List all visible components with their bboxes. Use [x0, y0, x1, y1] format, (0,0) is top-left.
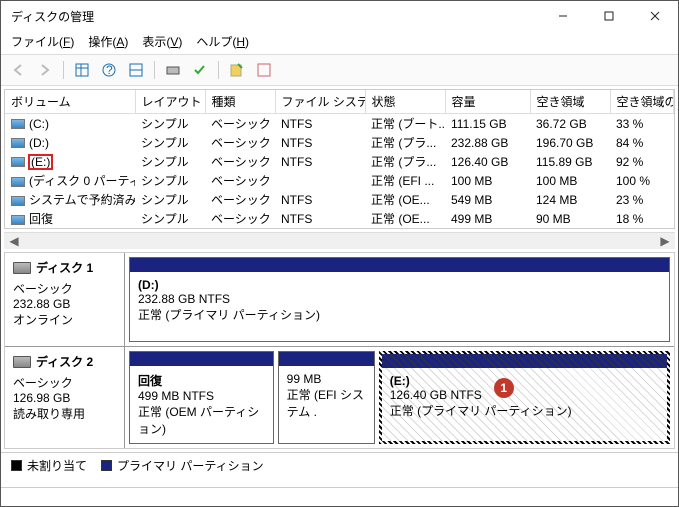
partition-header — [130, 352, 273, 366]
column-header[interactable]: 容量 — [445, 90, 530, 114]
partition[interactable]: 1(E:)126.40 GB NTFS正常 (プライマリ パーティション) — [379, 351, 670, 444]
scrollbar-horizontal[interactable]: ◀ ▶ — [4, 232, 675, 249]
svg-text:?: ? — [106, 63, 113, 77]
legend-primary: プライマリ パーティション — [101, 457, 264, 474]
table-row[interactable]: (E:)シンプルベーシックNTFS正常 (プラ...126.40 GB115.8… — [5, 152, 674, 171]
column-header[interactable]: ファイル システム — [275, 90, 365, 114]
table-row[interactable]: 回復シンプルベーシックNTFS正常 (OE...499 MB90 MB18 % — [5, 209, 674, 228]
partition[interactable]: (D:)232.88 GB NTFS正常 (プライマリ パーティション) — [129, 257, 670, 342]
partition[interactable]: 99 MB正常 (EFI システム . — [278, 351, 375, 444]
volume-icon — [11, 177, 25, 187]
help-icon[interactable]: ? — [98, 59, 120, 81]
disk-icon[interactable] — [162, 59, 184, 81]
close-button[interactable] — [632, 1, 678, 31]
rescan-icon[interactable] — [226, 59, 248, 81]
drive-icon — [13, 262, 31, 274]
window-title: ディスクの管理 — [11, 8, 540, 25]
props-icon[interactable] — [253, 59, 275, 81]
menu-help[interactable]: ヘルプ(H) — [196, 33, 249, 50]
legend: 未割り当て プライマリ パーティション — [1, 452, 678, 478]
disk-info: ディスク 1ベーシック232.88 GBオンライン — [5, 253, 125, 346]
menubar: ファイル(F) 操作(A) 表示(V) ヘルプ(H) — [1, 31, 678, 54]
table-row[interactable]: (ディスク 0 パーティシ...シンプルベーシック正常 (EFI ...100 … — [5, 171, 674, 190]
check-icon[interactable] — [189, 59, 211, 81]
volume-icon — [11, 119, 25, 129]
partition-header — [382, 354, 667, 368]
volume-icon — [11, 196, 25, 206]
titlebar: ディスクの管理 — [1, 1, 678, 31]
table-row[interactable]: (D:)シンプルベーシックNTFS正常 (プラ...232.88 GB196.7… — [5, 133, 674, 152]
refresh-icon[interactable] — [125, 59, 147, 81]
column-header[interactable]: 空き領域の割... — [610, 90, 674, 114]
scroll-right-icon[interactable]: ▶ — [657, 234, 673, 248]
volume-table: ボリュームレイアウト種類ファイル システム状態容量空き領域空き領域の割... (… — [4, 89, 675, 229]
minimize-button[interactable] — [540, 1, 586, 31]
maximize-button[interactable] — [586, 1, 632, 31]
legend-unallocated: 未割り当て — [11, 457, 87, 474]
menu-view[interactable]: 表示(V) — [142, 33, 182, 50]
volume-icon — [11, 138, 25, 148]
partition[interactable]: 回復499 MB NTFS正常 (OEM パーティション) — [129, 351, 274, 444]
table-row[interactable]: システムで予約済みシンプルベーシックNTFS正常 (OE...549 MB124… — [5, 190, 674, 209]
table-row[interactable]: (C:)シンプルベーシックNTFS正常 (ブート...111.15 GB36.7… — [5, 114, 674, 134]
drive-icon — [13, 356, 31, 368]
column-header[interactable]: ボリューム — [5, 90, 135, 114]
volume-icon — [11, 215, 25, 225]
forward-button[interactable] — [34, 59, 56, 81]
column-header[interactable]: 空き領域 — [530, 90, 610, 114]
menu-file[interactable]: ファイル(F) — [11, 33, 74, 50]
disk-info: ディスク 2ベーシック126.98 GB読み取り専用 — [5, 347, 125, 448]
view-detail-icon[interactable] — [71, 59, 93, 81]
column-header[interactable]: 種類 — [205, 90, 275, 114]
menu-action[interactable]: 操作(A) — [88, 33, 128, 50]
partition-header — [130, 258, 669, 272]
statusbar — [1, 487, 678, 505]
scroll-left-icon[interactable]: ◀ — [6, 234, 22, 248]
toolbar: ? — [1, 54, 678, 86]
volume-icon — [11, 157, 25, 167]
disk-graphical-view: ディスク 1ベーシック232.88 GBオンライン(D:)232.88 GB N… — [4, 252, 675, 449]
disk-row: ディスク 1ベーシック232.88 GBオンライン(D:)232.88 GB N… — [5, 253, 674, 347]
partition-header — [279, 352, 374, 366]
disk-row: ディスク 2ベーシック126.98 GB読み取り専用回復499 MB NTFS正… — [5, 347, 674, 448]
annotation-badge: 1 — [494, 378, 514, 398]
column-header[interactable]: レイアウト — [135, 90, 205, 114]
back-button[interactable] — [7, 59, 29, 81]
column-header[interactable]: 状態 — [365, 90, 445, 114]
